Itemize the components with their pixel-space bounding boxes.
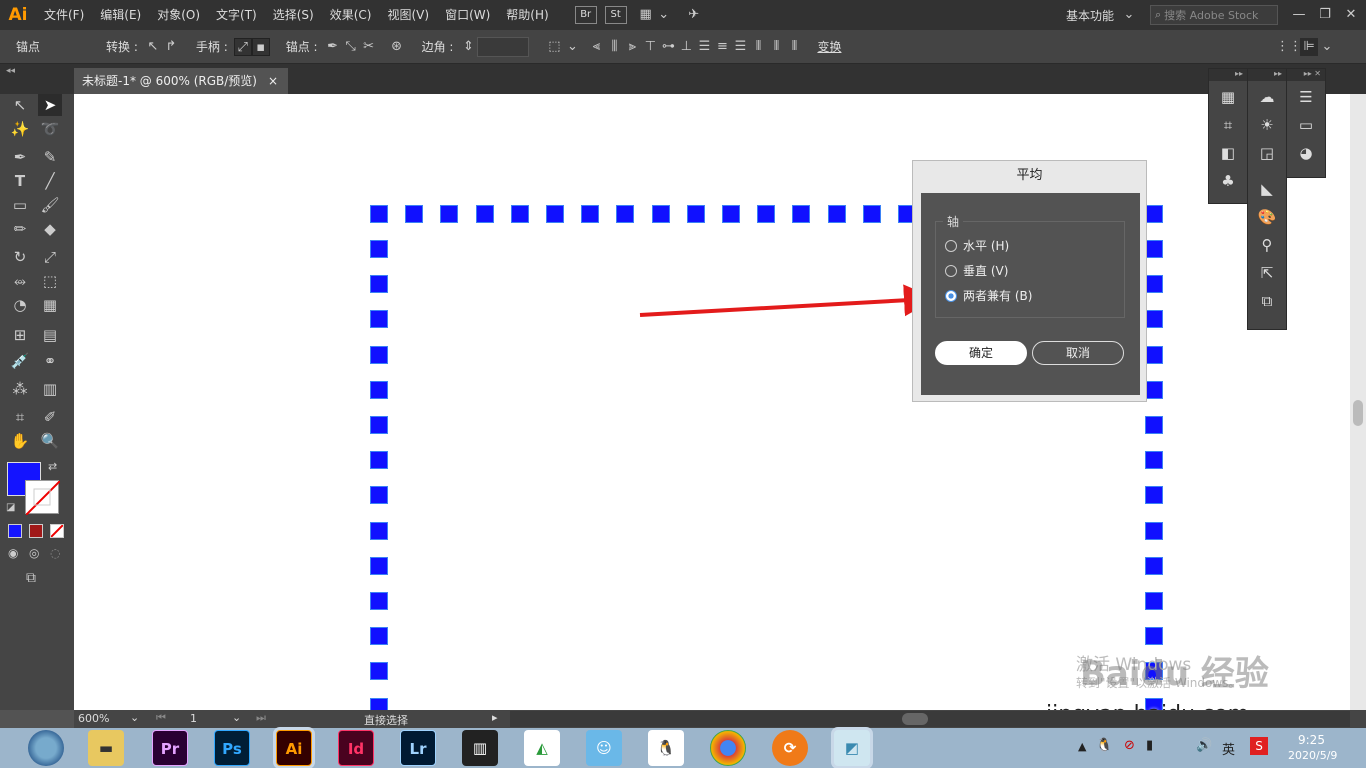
qq-icon[interactable]: 🐧: [648, 730, 684, 766]
dialog-title: 平均: [1016, 168, 1043, 183]
zoom-chevron-icon[interactable]: ⌄: [130, 711, 139, 724]
radio-both[interactable]: 两者兼有 (B): [945, 287, 1032, 304]
radio-vertical-indicator[interactable]: [945, 264, 957, 277]
cc-libraries-icon[interactable]: ☁: [1255, 85, 1279, 109]
status-menu-icon[interactable]: ▸: [492, 711, 498, 724]
radio-vertical-label: 垂直 (V): [963, 264, 1009, 278]
dialog-body: 轴 水平 (H) 垂直 (V) 两者兼有 (B) 确定 取消: [921, 193, 1140, 395]
sogou-ime-icon[interactable]: S: [1250, 737, 1268, 755]
appearance-panel-icon[interactable]: ☀: [1255, 113, 1279, 137]
transform-panel-icon[interactable]: ◲: [1255, 141, 1279, 165]
radio-horizontal[interactable]: 水平 (H): [945, 237, 1009, 254]
color-guide-icon[interactable]: 🎨: [1255, 205, 1279, 229]
browser-icon[interactable]: ⟳: [772, 730, 808, 766]
panel-dock-2: ▸▸ ☁ ☀ ◲ ◣ 🎨 ⚲ ⇱ ⧉: [1247, 68, 1287, 330]
transparency-panel-icon[interactable]: ◕: [1294, 141, 1318, 165]
windows-taskbar: ▬ Pr Ps Ai Id Lr ▥ ◭ ☺ 🐧 ⟳ ◩ ▲ 🐧 ⊘ ▮ 🔊 英…: [0, 728, 1366, 768]
tray-volume-icon[interactable]: 🔊: [1196, 738, 1212, 753]
horizontal-scrollbar-thumb[interactable]: [902, 713, 928, 725]
artboard-chevron-icon[interactable]: ⌄: [232, 711, 241, 724]
stroke-panel-icon[interactable]: ☰: [1294, 85, 1318, 109]
input-language[interactable]: 英: [1222, 739, 1235, 758]
taskbar-illustrator[interactable]: Ai: [276, 730, 312, 766]
panel-dock-3: ▸▸ ✕ ☰ ▭ ◕: [1286, 68, 1326, 178]
layers-panel-icon[interactable]: ◧: [1216, 141, 1240, 165]
ok-button[interactable]: 确定: [935, 341, 1027, 365]
panel-dock-2-collapse-icon[interactable]: ▸▸: [1248, 69, 1286, 81]
start-button[interactable]: [28, 730, 64, 766]
taskbar-photoshop[interactable]: Ps: [214, 730, 250, 766]
taskbar-lightroom[interactable]: Lr: [400, 730, 436, 766]
export-panel-icon[interactable]: ⇱: [1255, 261, 1279, 285]
colorful-app-icon[interactable]: ◭: [524, 730, 560, 766]
libraries-panel-icon[interactable]: ▦: [1216, 85, 1240, 109]
annotation-arrows: [639, 284, 1060, 350]
axis-group-label: 轴: [943, 213, 964, 230]
panel-dock-1: ▸▸ ▦ ⌗ ◧ ♣: [1208, 68, 1248, 204]
status-bar: 600% ⌄ ⏮ 1 ⌄ ⏭ 直接选择 ▸: [74, 710, 1366, 728]
artboards-panel-icon[interactable]: ⌗: [1216, 113, 1240, 137]
average-dialog: 平均 轴 水平 (H) 垂直 (V) 两者兼有 (B) 确定 取消: [912, 160, 1147, 402]
arrow-to-both-option: [639, 284, 936, 317]
video-editor-icon[interactable]: ▥: [462, 730, 498, 766]
radio-vertical[interactable]: 垂直 (V): [945, 262, 1008, 279]
helper-app-icon[interactable]: ☺: [586, 730, 622, 766]
panel-dock-1-collapse-icon[interactable]: ▸▸: [1209, 69, 1247, 81]
last-artboard-icon[interactable]: ⏭: [256, 711, 266, 725]
panel-dock-3-close-icon[interactable]: ▸▸ ✕: [1287, 69, 1325, 81]
zoom-level[interactable]: 600%: [78, 712, 109, 725]
radio-horizontal-label: 水平 (H): [963, 239, 1010, 253]
tray-expand-icon[interactable]: ▲: [1078, 740, 1086, 753]
chrome-icon[interactable]: [710, 730, 746, 766]
graphic-styles-icon[interactable]: ◣: [1255, 177, 1279, 201]
cancel-button[interactable]: 取消: [1032, 341, 1124, 365]
radio-both-label: 两者兼有 (B): [963, 289, 1033, 303]
pathfinder-panel-icon[interactable]: ⧉: [1255, 289, 1279, 313]
links-panel-icon[interactable]: ⚲: [1255, 233, 1279, 257]
file-explorer-icon[interactable]: ▬: [88, 730, 124, 766]
taskbar-premiere[interactable]: Pr: [152, 730, 188, 766]
artboard-number[interactable]: 1: [190, 712, 197, 725]
horizontal-scrollbar[interactable]: [510, 711, 1350, 727]
tray-qq-icon[interactable]: 🐧: [1096, 738, 1112, 753]
notepad-icon[interactable]: ◩: [834, 730, 870, 766]
tray-security-icon[interactable]: ⊘: [1124, 738, 1135, 753]
first-artboard-icon[interactable]: ⏮: [156, 711, 166, 725]
taskbar-indesign[interactable]: Id: [338, 730, 374, 766]
radio-both-indicator[interactable]: [945, 289, 957, 302]
symbols-panel-icon[interactable]: ♣: [1216, 169, 1240, 193]
clock-date[interactable]: 2020/5/9: [1288, 749, 1337, 762]
clock-time[interactable]: 9:25: [1298, 733, 1325, 747]
current-tool-status: 直接选择: [364, 714, 408, 727]
radio-horizontal-indicator[interactable]: [945, 239, 957, 252]
gradient-panel-icon[interactable]: ▭: [1294, 113, 1318, 137]
tray-network-icon[interactable]: ▮: [1146, 738, 1153, 753]
